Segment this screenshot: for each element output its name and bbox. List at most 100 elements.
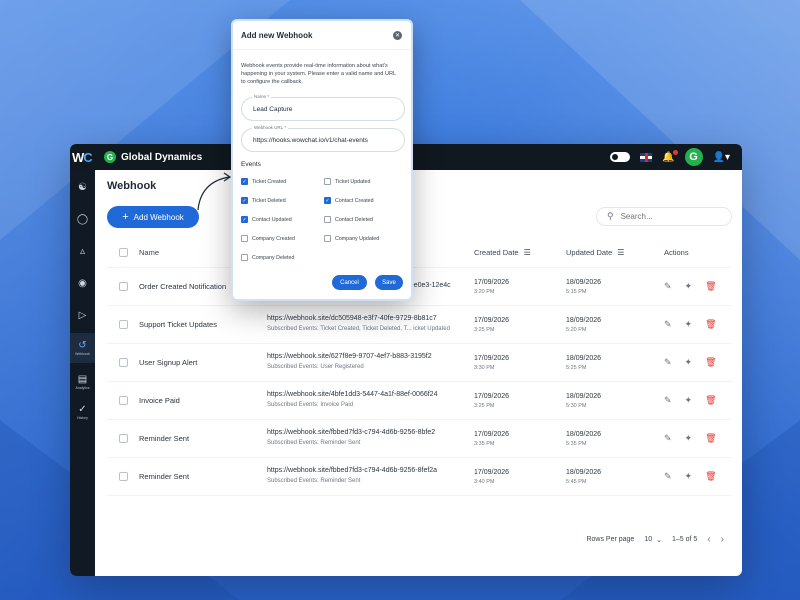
row-updated-date: 18/09/2026 — [566, 430, 602, 438]
chevron-down-icon: ⌄ — [656, 536, 662, 544]
row-checkbox[interactable] — [118, 434, 128, 443]
event-label: Company Created — [252, 235, 295, 242]
checkbox-unchecked[interactable] — [241, 235, 248, 242]
checkbox-unchecked[interactable] — [241, 254, 248, 261]
checkbox-checked[interactable]: ✓ — [324, 197, 331, 204]
sidebar-item-network[interactable]: ☯ — [70, 176, 95, 198]
row-updated-time: 5:35 PM — [566, 440, 587, 447]
select-all-checkbox[interactable] — [118, 248, 128, 257]
row-created-date: 17/09/2026 — [474, 316, 510, 324]
sidebar-item-hierarchy[interactable]: ▵ — [70, 240, 95, 262]
pin-icon[interactable]: ✦ — [685, 281, 693, 292]
row-url: https://webhook.site/dc505948-e3f7-40fe-… — [267, 315, 437, 323]
event-checkbox-contact-updated[interactable]: ✓ Contact Updated — [241, 216, 292, 223]
pin-icon[interactable]: ✦ — [685, 357, 693, 368]
table-row[interactable]: Order Created Notification https://webho… — [107, 268, 732, 306]
table-row[interactable]: Reminder Sent https://webhook.site/fbbed… — [107, 420, 732, 458]
edit-icon[interactable]: ✎ — [664, 319, 672, 330]
delete-icon[interactable]: 🗑 — [705, 319, 716, 330]
table-row[interactable]: Support Ticket Updates https://webhook.s… — [107, 306, 732, 344]
edit-icon[interactable]: ✎ — [664, 281, 672, 292]
sidebar-item-send[interactable]: ▷ — [70, 304, 95, 326]
save-button[interactable]: Save — [375, 275, 403, 290]
delete-icon[interactable]: 🗑 — [705, 357, 716, 368]
theme-toggle[interactable] — [610, 152, 631, 162]
header-updated-label: Updated Date — [566, 248, 613, 257]
event-label: Company Updated — [335, 235, 380, 242]
edit-icon[interactable]: ✎ — [664, 433, 672, 444]
webhook-url-field[interactable]: Webhook URL * https://hooks.wowchat.io/v… — [241, 125, 405, 152]
user-menu-icon[interactable]: 👤▾ — [713, 152, 730, 163]
checkbox-checked[interactable]: ✓ — [241, 197, 248, 204]
close-icon[interactable]: ✕ — [393, 31, 402, 40]
edit-icon[interactable]: ✎ — [664, 357, 672, 368]
event-checkbox-company-created[interactable]: Company Created — [241, 235, 295, 242]
delete-icon[interactable]: 🗑 — [705, 281, 716, 292]
cancel-button[interactable]: Cancel — [332, 275, 367, 290]
uk-flag-icon[interactable] — [640, 152, 653, 162]
event-label: Ticket Updated — [335, 178, 371, 185]
row-checkbox[interactable] — [118, 396, 128, 405]
company-name[interactable]: Global Dynamics — [121, 152, 202, 163]
bell-icon[interactable]: 🔔 — [662, 149, 678, 163]
row-checkbox[interactable] — [118, 358, 128, 367]
row-checkbox[interactable] — [118, 282, 128, 291]
search-icon: ⚲ — [607, 211, 614, 221]
next-page-icon[interactable]: › — [721, 534, 724, 545]
sidebar-item-label: Webhook — [75, 352, 90, 356]
delete-icon[interactable]: 🗑 — [705, 395, 716, 406]
edit-icon[interactable]: ✎ — [664, 395, 672, 406]
sort-icon[interactable]: ☰ — [524, 248, 531, 257]
pin-icon[interactable]: ✦ — [685, 319, 693, 330]
search-box[interactable]: ⚲ — [596, 207, 732, 226]
row-checkbox[interactable] — [118, 320, 128, 329]
app-logo[interactable]: WC — [72, 150, 96, 165]
checkbox-checked[interactable]: ✓ — [241, 216, 248, 223]
rows-per-page-select[interactable]: 10 ⌄ — [644, 536, 662, 544]
event-checkbox-contact-deleted[interactable]: Contact Deleted — [324, 216, 373, 223]
table-row[interactable]: Invoice Paid https://webhook.site/4bfe1d… — [107, 382, 732, 420]
pin-icon[interactable]: ✦ — [685, 395, 693, 406]
checkbox-unchecked[interactable] — [324, 216, 331, 223]
row-created-date: 17/09/2026 — [474, 354, 510, 362]
table-row[interactable]: User Signup Alert https://webhook.site/6… — [107, 344, 732, 382]
name-field[interactable]: Name * Lead Capture — [241, 94, 405, 121]
event-checkbox-contact-created[interactable]: ✓ Contact Created — [324, 197, 374, 204]
sidebar-item-history[interactable]: ✓ History — [70, 398, 95, 426]
table-header: Name Created Date ☰ Updated Date ☰ Actions — [107, 238, 732, 268]
header-updated[interactable]: Updated Date ☰ — [566, 248, 660, 257]
checkbox-unchecked[interactable] — [324, 235, 331, 242]
sidebar-item-location[interactable]: ◉ — [70, 272, 95, 294]
row-created-time: 3:25 PM — [474, 326, 495, 333]
add-webhook-button[interactable]: + Add Webhook — [107, 206, 199, 228]
sidebar-item-chat[interactable]: ◯ — [70, 208, 95, 230]
pin-icon[interactable]: ✦ — [685, 471, 693, 482]
event-checkbox-company-deleted[interactable]: Company Deleted — [241, 254, 294, 261]
table-row[interactable]: Reminder Sent https://webhook.site/fbbed… — [107, 458, 732, 496]
sidebar-item-webhook[interactable]: ↺ Webhook — [70, 333, 95, 363]
sort-icon[interactable]: ☰ — [617, 248, 624, 257]
edit-icon[interactable]: ✎ — [664, 471, 672, 482]
checkbox-checked[interactable]: ✓ — [241, 178, 248, 185]
event-checkbox-ticket-created[interactable]: ✓ Ticket Created — [241, 178, 286, 185]
sidebar-item-analytics[interactable]: ▤ Analytics — [70, 368, 95, 396]
delete-icon[interactable]: 🗑 — [705, 471, 716, 482]
network-icon: ☯ — [78, 181, 87, 193]
modal-description: Webhook events provide real-time informa… — [241, 63, 396, 86]
header-created[interactable]: Created Date ☰ — [474, 248, 566, 257]
event-checkbox-company-updated[interactable]: Company Updated — [324, 235, 379, 242]
row-created-time: 3:35 PM — [474, 440, 495, 447]
row-events: Subscribed Events: Invoice Paid — [267, 402, 354, 409]
pin-icon[interactable]: ✦ — [685, 433, 693, 444]
name-field-value[interactable]: Lead Capture — [253, 106, 292, 113]
checkbox-unchecked[interactable] — [324, 178, 331, 185]
avatar[interactable]: G — [684, 148, 703, 166]
row-url: https://webhook.site/fbbed7fd3-c794-4d6b… — [267, 467, 438, 475]
event-checkbox-ticket-deleted[interactable]: ✓ Ticket Deleted — [241, 197, 286, 204]
url-field-value[interactable]: https://hooks.wowchat.io/v1/chat-events — [253, 137, 368, 144]
search-input[interactable] — [620, 212, 721, 221]
delete-icon[interactable]: 🗑 — [705, 433, 716, 444]
row-checkbox[interactable] — [118, 472, 128, 481]
prev-page-icon[interactable]: ‹ — [707, 534, 710, 545]
event-checkbox-ticket-updated[interactable]: Ticket Updated — [324, 178, 370, 185]
